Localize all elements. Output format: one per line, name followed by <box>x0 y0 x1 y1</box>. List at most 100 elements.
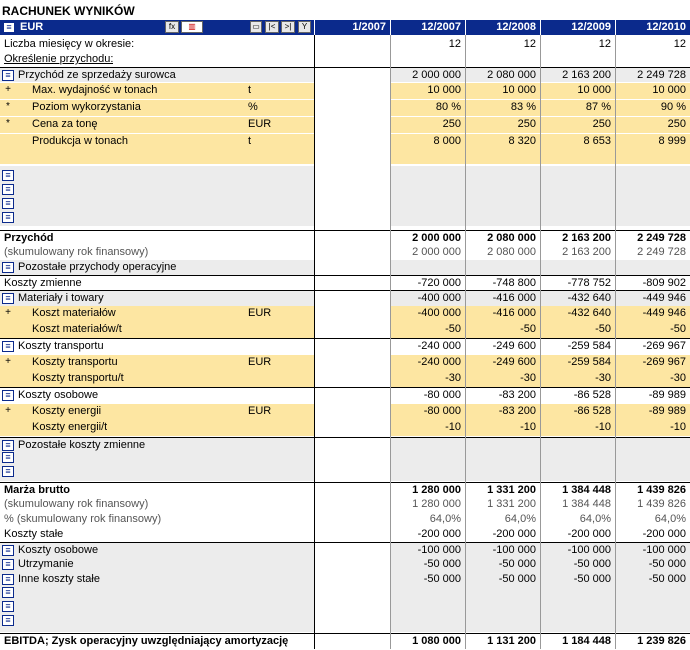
period-header-0[interactable]: 1/2007 <box>314 21 386 33</box>
value-cell[interactable]: -86 528 <box>540 388 615 403</box>
expand-row-icon[interactable]: ≡ <box>2 559 14 570</box>
box-icon[interactable]: ▭ <box>250 21 262 33</box>
value-cell[interactable]: -240 000 <box>390 355 465 371</box>
value-cell[interactable]: 1 184 448 <box>540 634 615 650</box>
value-cell[interactable]: 1 439 826 <box>615 497 690 512</box>
expand-row-icon[interactable]: ≡ <box>2 341 14 352</box>
value-cell[interactable]: 250 <box>615 117 690 133</box>
value-cell[interactable]: -30 <box>390 371 465 387</box>
value-cell[interactable]: -100 000 <box>465 543 540 558</box>
value-cell[interactable]: -50 000 <box>465 572 540 632</box>
empty-row-icon[interactable]: ≡ <box>2 452 14 463</box>
value-cell[interactable]: -10 <box>390 420 465 436</box>
value-cell[interactable]: 12 <box>390 37 465 51</box>
expand-row-icon[interactable]: ≡ <box>2 70 14 81</box>
value-cell[interactable]: 2 249 728 <box>615 231 690 246</box>
filter-icon[interactable]: Y <box>298 21 311 33</box>
calc-icon[interactable]: fx <box>165 21 179 33</box>
value-cell[interactable]: 2 000 000 <box>390 231 465 246</box>
value-cell[interactable]: -748 800 <box>465 276 540 291</box>
value-cell[interactable]: -269 967 <box>615 355 690 371</box>
menu-icon[interactable]: ≡ <box>3 22 15 33</box>
value-cell[interactable]: -432 640 <box>540 306 615 322</box>
value-cell[interactable]: -449 946 <box>615 291 690 306</box>
value-cell[interactable]: 1 280 000 <box>390 497 465 512</box>
value-cell[interactable]: 2 080 000 <box>465 231 540 246</box>
chart-icon[interactable]: ▥ <box>181 21 203 33</box>
row-marker[interactable]: + <box>2 306 14 320</box>
value-cell[interactable]: 1 439 826 <box>615 483 690 498</box>
value-cell[interactable]: 87 % <box>540 100 615 116</box>
value-cell[interactable]: 83 % <box>465 100 540 116</box>
period-header-4[interactable]: 12/2010 <box>615 21 686 33</box>
value-cell[interactable]: 10 000 <box>615 83 690 99</box>
empty-row-icon[interactable]: ≡ <box>2 466 14 477</box>
value-cell[interactable]: -269 967 <box>615 339 690 354</box>
value-cell[interactable]: 8 320 <box>465 134 540 164</box>
value-cell[interactable]: -50 <box>540 322 615 338</box>
empty-row-icon[interactable]: ≡ <box>2 212 14 223</box>
value-cell[interactable]: -83 200 <box>465 404 540 420</box>
value-cell[interactable]: -50 000 <box>540 572 615 632</box>
value-cell[interactable]: 1 131 200 <box>465 634 540 650</box>
expand-row-icon[interactable]: ≡ <box>2 545 14 556</box>
row-marker[interactable]: + <box>2 83 14 97</box>
value-cell[interactable]: -778 752 <box>540 276 615 291</box>
value-cell[interactable]: -89 989 <box>615 404 690 420</box>
value-cell[interactable]: -10 <box>615 420 690 436</box>
value-cell[interactable]: -200 000 <box>390 527 465 542</box>
value-cell[interactable]: 80 % <box>390 100 465 116</box>
value-cell[interactable]: 90 % <box>615 100 690 116</box>
value-cell[interactable]: -259 584 <box>540 339 615 354</box>
value-cell[interactable]: 10 000 <box>465 83 540 99</box>
value-cell[interactable]: 1 080 000 <box>390 634 465 650</box>
value-cell[interactable]: -30 <box>465 371 540 387</box>
value-cell[interactable]: -10 <box>540 420 615 436</box>
row-marker[interactable]: * <box>2 100 14 114</box>
value-cell[interactable]: 12 <box>540 37 615 51</box>
value-cell[interactable]: 64,0% <box>540 512 615 527</box>
value-cell[interactable]: -10 <box>465 420 540 436</box>
value-cell[interactable]: -200 000 <box>540 527 615 542</box>
value-cell[interactable]: 10 000 <box>540 83 615 99</box>
expand-row-icon[interactable]: ≡ <box>2 262 14 273</box>
value-cell[interactable]: -50 000 <box>615 572 690 632</box>
value-cell[interactable]: -50 000 <box>390 557 465 572</box>
value-cell[interactable]: 2 000 000 <box>390 245 465 260</box>
value-cell[interactable]: 1 331 200 <box>465 483 540 498</box>
value-cell[interactable]: 250 <box>465 117 540 133</box>
value-cell[interactable]: 2 249 728 <box>615 68 690 82</box>
value-cell[interactable]: -50 <box>615 322 690 338</box>
value-cell[interactable]: -400 000 <box>390 291 465 306</box>
empty-row-icon[interactable]: ≡ <box>2 170 14 181</box>
value-cell[interactable]: 64,0% <box>465 512 540 527</box>
value-cell[interactable]: 2 163 200 <box>540 68 615 82</box>
value-cell[interactable]: -100 000 <box>390 543 465 558</box>
empty-row-icon[interactable]: ≡ <box>2 601 14 612</box>
value-cell[interactable]: -200 000 <box>465 527 540 542</box>
value-cell[interactable]: 1 331 200 <box>465 497 540 512</box>
value-cell[interactable]: -240 000 <box>390 339 465 354</box>
value-cell[interactable]: -50 000 <box>615 557 690 572</box>
value-cell[interactable]: -89 989 <box>615 388 690 403</box>
value-cell[interactable]: -100 000 <box>540 543 615 558</box>
empty-row-icon[interactable]: ≡ <box>2 615 14 626</box>
value-cell[interactable]: 10 000 <box>390 83 465 99</box>
value-cell[interactable]: -100 000 <box>615 543 690 558</box>
expand-row-icon[interactable]: ≡ <box>2 293 14 304</box>
value-cell[interactable]: 2 080 000 <box>465 68 540 82</box>
period-header-1[interactable]: 12/2007 <box>390 21 461 33</box>
value-cell[interactable]: -449 946 <box>615 306 690 322</box>
expand-row-icon[interactable]: ≡ <box>2 440 14 451</box>
value-cell[interactable]: -50 000 <box>465 557 540 572</box>
value-cell[interactable]: -200 000 <box>615 527 690 542</box>
value-cell[interactable]: 8 653 <box>540 134 615 164</box>
value-cell[interactable]: -416 000 <box>465 306 540 322</box>
value-cell[interactable]: -50 000 <box>390 572 465 632</box>
expand-row-icon[interactable]: ≡ <box>2 390 14 401</box>
row-marker[interactable]: + <box>2 355 14 369</box>
value-cell[interactable]: -249 600 <box>465 339 540 354</box>
value-cell[interactable]: 12 <box>465 37 540 51</box>
value-cell[interactable]: -432 640 <box>540 291 615 306</box>
period-header-2[interactable]: 12/2008 <box>465 21 536 33</box>
